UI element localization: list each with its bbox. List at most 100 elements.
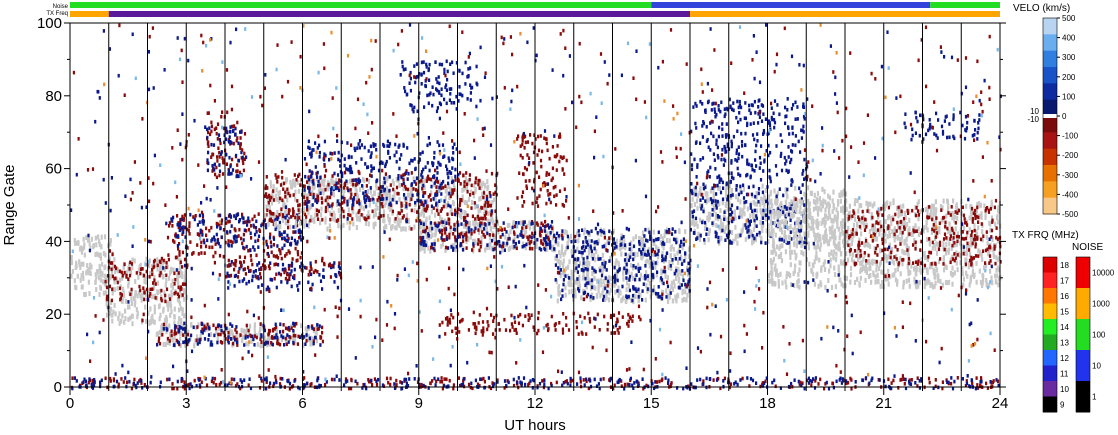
scatter-cell: [281, 218, 284, 224]
status-segment: [108, 11, 690, 17]
scatter-cell: [178, 316, 181, 322]
scatter-cell: [254, 232, 257, 237]
scatter-cell: [763, 381, 766, 385]
scatter-cell: [839, 198, 842, 204]
scatter-cell: [87, 279, 90, 285]
scatter-cell: [903, 382, 906, 386]
scatter-cell: [544, 219, 547, 224]
scatter-cell: [578, 274, 581, 280]
scatter-cell: [275, 187, 278, 193]
scatter-cell: [371, 209, 374, 214]
scatter-cell: [165, 317, 168, 323]
scatter-cell: [722, 379, 725, 383]
scatter-cell: [525, 167, 528, 172]
scatter-cell: [388, 193, 392, 199]
scatter-cell: [156, 342, 159, 347]
scatter-cell: [612, 313, 616, 318]
scatter-cell: [941, 380, 944, 384]
scatter-cell: [421, 150, 424, 155]
scatter-cell: [283, 236, 286, 240]
scatter-cell: [908, 380, 911, 384]
scatter-cell: [123, 262, 126, 267]
scatter-cell: [207, 333, 211, 337]
scatter-cell: [177, 294, 180, 299]
scatter-cell: [104, 376, 107, 381]
scatter-cell: [667, 265, 670, 271]
scatter-cell: [303, 223, 306, 229]
scatter-cell: [546, 322, 549, 327]
scatter-cell: [360, 213, 363, 217]
scatter-cell: [159, 380, 162, 385]
scatter-cell: [432, 161, 435, 166]
scatter-cell: [181, 250, 184, 255]
scatter-cell: [539, 233, 542, 238]
scatter-cell: [492, 233, 495, 237]
scatter-cell: [219, 213, 222, 218]
scatter-cell: [664, 376, 667, 380]
scatter-cell: [430, 245, 433, 250]
scatter-cell: [94, 235, 97, 241]
scatter-cell: [583, 316, 586, 320]
scatter-cell: [662, 257, 665, 262]
scatter-cell: [488, 233, 491, 237]
scatter-cell: [486, 179, 489, 184]
scatter-cell: [347, 154, 351, 159]
scatter-cell: [590, 249, 593, 254]
scatter-cell: [448, 98, 451, 102]
scatter-cell: [180, 377, 183, 381]
scatter-cell: [229, 164, 232, 169]
scatter-cell: [265, 376, 268, 380]
scatter-cell: [330, 187, 333, 192]
scatter-cell: [454, 178, 457, 182]
scatter-cell: [183, 313, 186, 319]
scatter-cell: [445, 377, 448, 382]
scatter-cell: [571, 254, 574, 259]
scatter-cell: [550, 314, 553, 319]
scatter-cell: [446, 167, 449, 172]
scatter-cell: [686, 385, 689, 390]
scatter-cell: [328, 263, 331, 267]
scatter-cell: [850, 387, 853, 391]
scatter-cell: [283, 243, 286, 248]
scatter-cell: [319, 336, 322, 340]
scatter-cell: [361, 176, 365, 182]
scatter-cell: [576, 382, 579, 386]
scatter-cell: [352, 182, 355, 187]
scatter-cell: [625, 276, 628, 280]
scatter-cell: [324, 198, 327, 203]
scatter-cell: [415, 62, 418, 66]
scatter-cell: [474, 220, 478, 226]
scatter-cell: [475, 104, 478, 109]
scatter-cell: [273, 262, 276, 267]
scatter-cell: [211, 376, 214, 381]
scatter-cell: [116, 280, 119, 285]
scatter-cell: [177, 330, 180, 334]
scatter-cell: [608, 229, 611, 234]
scatter-cell: [661, 254, 664, 258]
scatter-cell: [515, 246, 518, 251]
scatter-cell: [198, 340, 201, 345]
scatter-cell: [295, 178, 298, 182]
scatter-cell: [488, 221, 491, 226]
scatter-cell: [116, 285, 119, 291]
scatter-cell: [454, 326, 457, 331]
scatter-cell: [530, 313, 533, 317]
scatter-cell: [375, 185, 378, 191]
scatter-cell: [422, 194, 425, 198]
scatter-cell: [622, 235, 625, 239]
scatter-cell: [476, 214, 479, 219]
scatter-cell: [582, 261, 585, 265]
scatter-cell: [644, 227, 647, 232]
scatter-cell: [657, 285, 660, 289]
scatter-cell: [408, 81, 411, 85]
scatter-cell: [454, 167, 457, 172]
scatter-cell: [420, 230, 423, 236]
scatter-cell: [864, 376, 868, 380]
scatter-cell: [206, 238, 209, 243]
scatter-cell: [207, 111, 210, 115]
scatter-cell: [580, 295, 583, 301]
scatter-cell: [140, 297, 143, 303]
scatter-cell: [164, 282, 167, 288]
scatter-cell: [244, 272, 247, 276]
scatter-cell: [127, 277, 130, 281]
